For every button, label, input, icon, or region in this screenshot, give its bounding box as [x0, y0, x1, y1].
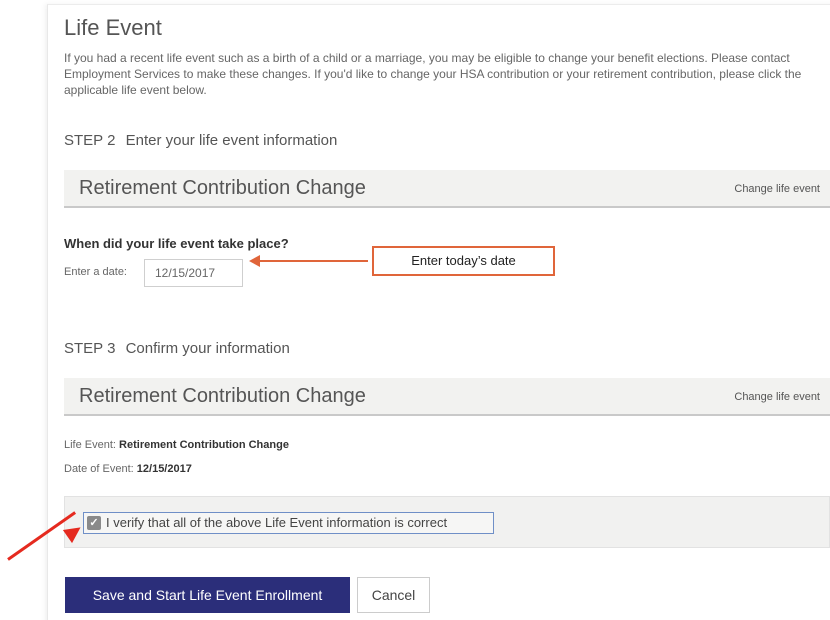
verify-label: I verify that all of the above Life Even…: [106, 515, 448, 530]
summary-life-event-label: Life Event:: [64, 439, 116, 451]
section-header-step3: Retirement Contribution Change Change li…: [64, 378, 830, 416]
step-2-number: STEP 2: [64, 132, 116, 149]
intro-text: If you had a recent life event such as a…: [64, 51, 802, 97]
change-life-event-link[interactable]: Change life event: [734, 183, 820, 195]
step-3-label: Confirm your information: [125, 340, 290, 357]
section-header-step2: Retirement Contribution Change Change li…: [64, 170, 830, 208]
step-2-heading: STEP 2 Enter your life event information: [64, 132, 337, 149]
callout-annotation: Enter today’s date: [372, 246, 555, 276]
verify-checkbox-row[interactable]: ✓ I verify that all of the above Life Ev…: [83, 512, 494, 534]
change-life-event-link[interactable]: Change life event: [734, 391, 820, 403]
checkbox-checked-icon[interactable]: ✓: [87, 516, 101, 530]
summary-life-event: Life Event: Retirement Contribution Chan…: [64, 439, 289, 451]
step-2-label: Enter your life event information: [125, 132, 338, 149]
summary-date: Date of Event: 12/15/2017: [64, 463, 192, 475]
section-title: Retirement Contribution Change: [79, 177, 366, 199]
summary-life-event-value: Retirement Contribution Change: [119, 439, 289, 451]
save-and-start-enrollment-button[interactable]: Save and Start Life Event Enrollment: [65, 577, 350, 613]
section-title: Retirement Contribution Change: [79, 385, 366, 407]
page-title: Life Event: [64, 15, 162, 40]
event-date-question: When did your life event take place?: [64, 236, 289, 251]
date-input-label: Enter a date:: [64, 266, 127, 278]
step-3-number: STEP 3: [64, 340, 116, 357]
cancel-button[interactable]: Cancel: [357, 577, 430, 613]
summary-date-value: 12/15/2017: [136, 463, 192, 475]
summary-date-label: Date of Event:: [64, 463, 134, 475]
step-3-heading: STEP 3 Confirm your information: [64, 340, 290, 357]
callout-arrow-line: [258, 260, 368, 262]
event-date-input[interactable]: [144, 259, 243, 287]
